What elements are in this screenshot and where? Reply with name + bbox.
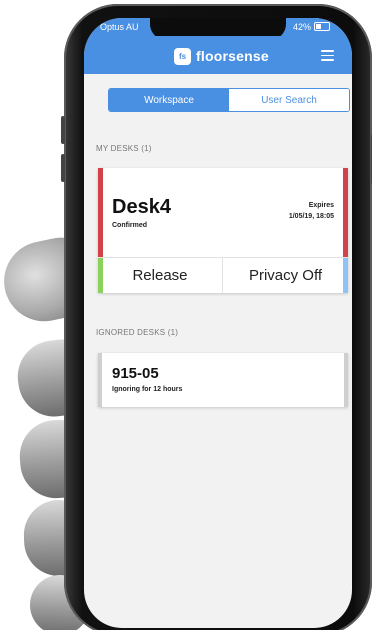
tab-workspace[interactable]: Workspace: [109, 89, 229, 111]
ignored-desks-heading: IGNORED DESKS (1): [96, 328, 179, 337]
ignored-bar-right: [344, 353, 348, 407]
volume-down-button: [61, 154, 65, 182]
ignored-desk-card[interactable]: 915-05 Ignoring for 12 hours: [98, 353, 348, 407]
brand-name: floorsense: [196, 48, 269, 64]
privacy-accent-strip: [343, 258, 348, 293]
release-accent-strip: [98, 258, 103, 293]
carrier-label: Optus AU: [100, 22, 139, 32]
view-tabs: Workspace User Search: [108, 88, 350, 112]
volume-up-button: [61, 116, 65, 144]
ignored-desk-status: Ignoring for 12 hours: [112, 386, 183, 393]
app-header: fs floorsense: [84, 36, 352, 74]
expires-value: 1/05/19, 18:05: [288, 213, 334, 220]
photo-stage: Optus AU 42% fs floorsense Workspace Use…: [0, 0, 372, 630]
desk-status-bar-left: [98, 168, 103, 258]
app-logo: fs floorsense: [174, 46, 269, 66]
phone-frame: Optus AU 42% fs floorsense Workspace Use…: [61, 4, 372, 630]
phone-screen: Optus AU 42% fs floorsense Workspace Use…: [84, 18, 352, 628]
battery-indicator: 42%: [293, 22, 330, 32]
desk-status-bar-right: [343, 168, 348, 258]
privacy-button-label: Privacy Off: [248, 267, 323, 284]
tab-user-search[interactable]: User Search: [229, 89, 349, 111]
release-button[interactable]: Release: [98, 258, 223, 293]
release-button-label: Release: [132, 267, 188, 284]
battery-percent: 42%: [292, 22, 311, 32]
desk-name: Desk4: [112, 196, 171, 218]
battery-icon: [314, 22, 330, 31]
desk-card: Desk4 Confirmed Expires 1/05/19, 18:05 R…: [98, 168, 348, 293]
ignored-desk-name: 915-05: [112, 365, 159, 382]
ignored-bar-left: [98, 353, 102, 407]
expires-label: Expires: [308, 202, 334, 209]
desk-status: Confirmed: [112, 222, 147, 229]
hamburger-menu-icon[interactable]: [321, 50, 334, 61]
logo-badge-icon: fs: [174, 47, 191, 65]
my-desks-heading: MY DESKS (1): [96, 144, 152, 153]
privacy-off-button[interactable]: Privacy Off: [223, 258, 348, 293]
